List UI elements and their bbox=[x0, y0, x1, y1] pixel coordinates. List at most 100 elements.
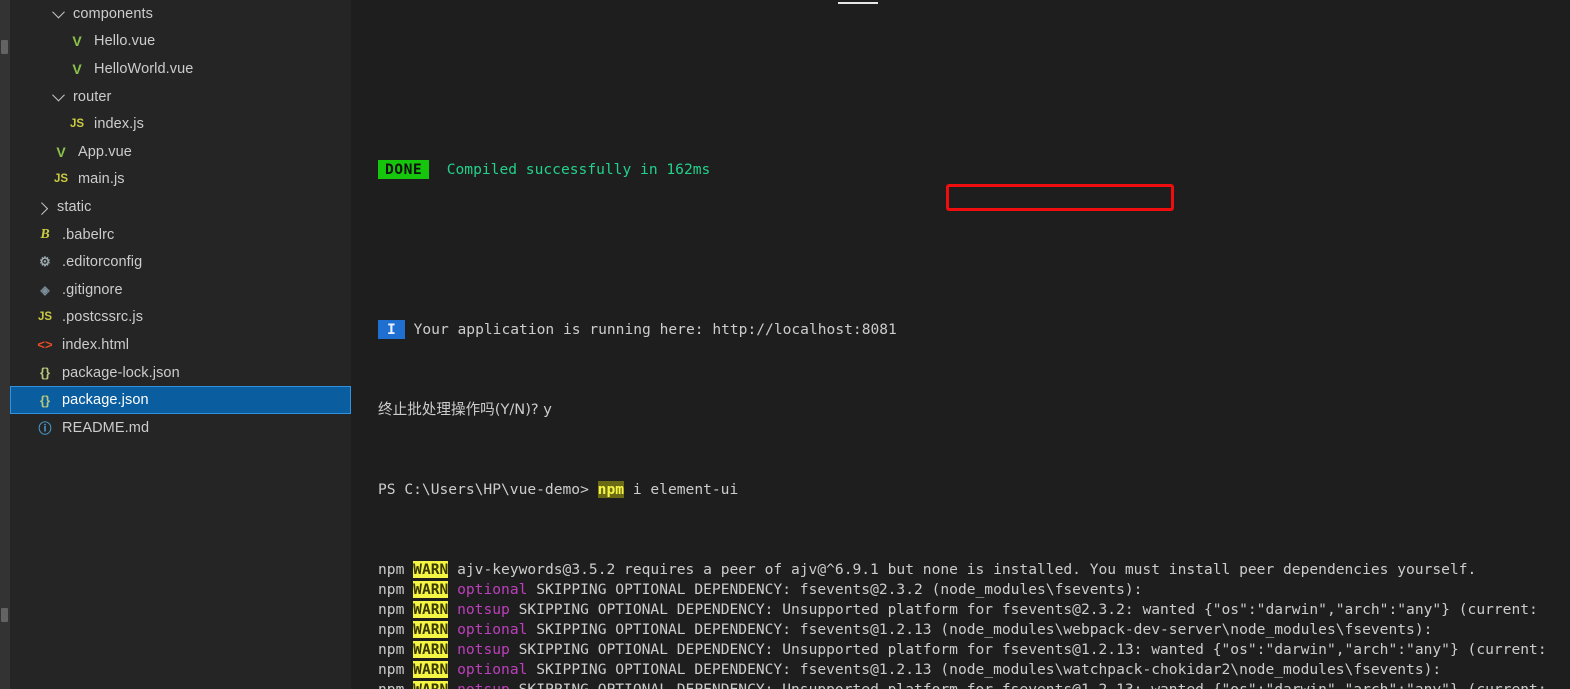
tree-item-label: package-lock.json bbox=[62, 364, 180, 381]
tree-item-package-lock-json[interactable]: {} package-lock.json bbox=[10, 359, 351, 387]
npm-warning-line: npm WARN optional SKIPPING OPTIONAL DEPE… bbox=[378, 580, 1570, 600]
tree-item-label: router bbox=[73, 88, 112, 105]
tree-item-label: .babelrc bbox=[62, 226, 115, 243]
activity-bar-icon-bottom[interactable] bbox=[1, 608, 8, 622]
tree-item-main-js[interactable]: JS main.js bbox=[10, 166, 351, 194]
tree-item-label: README.md bbox=[62, 419, 150, 436]
npm-warning-line: npm WARN notsup SKIPPING OPTIONAL DEPEND… bbox=[378, 680, 1570, 689]
tree-item-label: Hello.vue bbox=[94, 33, 156, 50]
gear-icon: ⚙ bbox=[39, 254, 51, 270]
compiled-message: Compiled successfully in 162ms bbox=[446, 161, 711, 178]
npm-prefix: npm bbox=[378, 621, 414, 638]
npm-warning-line: npm WARN ajv-keywords@3.5.2 requires a p… bbox=[378, 560, 1570, 580]
warn-badge: WARN bbox=[413, 661, 449, 678]
tree-item-label: .postcssrc.js bbox=[62, 309, 144, 326]
tree-item-label: .editorconfig bbox=[62, 254, 143, 271]
tree-item-helloworld-vue[interactable]: V HelloWorld.vue bbox=[10, 55, 351, 83]
activity-bar-icon-top[interactable] bbox=[1, 40, 8, 54]
tree-item-postcssrc-js[interactable]: JS .postcssrc.js bbox=[10, 304, 351, 332]
npm-warning-lines: npm WARN ajv-keywords@3.5.2 requires a p… bbox=[378, 560, 1570, 689]
js-file-icon: JS bbox=[69, 118, 85, 131]
terminal-output[interactable]: DONE Compiled successfully in 162ms I Yo… bbox=[378, 100, 1570, 689]
warn-text: SKIPPING OPTIONAL DEPENDENCY: fsevents@2… bbox=[536, 581, 1143, 598]
vue-file-icon: V bbox=[56, 143, 66, 160]
warn-kind: optional bbox=[457, 621, 528, 638]
warn-text: SKIPPING OPTIONAL DEPENDENCY: Unsupporte… bbox=[518, 601, 1538, 618]
npm-prefix: npm bbox=[378, 641, 414, 658]
git-file-icon: ◈ bbox=[40, 282, 50, 297]
npm-prefix: npm bbox=[378, 581, 414, 598]
warn-badge: WARN bbox=[413, 621, 449, 638]
html-file-icon: <> bbox=[37, 337, 53, 353]
tree-item-label: index.js bbox=[94, 116, 144, 133]
tree-item-readme-md[interactable]: ⓘ README.md bbox=[10, 414, 351, 442]
vue-file-icon: V bbox=[72, 33, 82, 50]
tree-item-label: index.html bbox=[62, 336, 130, 353]
tree-item-label: package.json bbox=[62, 392, 149, 409]
tree-item-components[interactable]: components bbox=[10, 0, 351, 28]
terminal-line-compiled: DONE Compiled successfully in 162ms bbox=[378, 160, 1570, 180]
npm-prefix: npm bbox=[378, 661, 414, 678]
tree-item-label: components bbox=[73, 5, 153, 22]
npm-warning-line: npm WARN notsup SKIPPING OPTIONAL DEPEND… bbox=[378, 640, 1570, 660]
vue-file-icon: V bbox=[72, 60, 82, 77]
chevron-right-icon[interactable] bbox=[34, 202, 51, 216]
activity-bar[interactable] bbox=[0, 0, 10, 689]
js-file-icon: JS bbox=[53, 173, 69, 186]
tree-item-editorconfig[interactable]: ⚙ .editorconfig bbox=[10, 248, 351, 276]
warn-text: SKIPPING OPTIONAL DEPENDENCY: Unsupporte… bbox=[519, 681, 1547, 689]
tree-item-label: .gitignore bbox=[62, 281, 123, 298]
tree-item-package-json[interactable]: {} package.json bbox=[10, 386, 351, 414]
tree-item-gitignore[interactable]: ◈ .gitignore bbox=[10, 276, 351, 304]
terminal-line-blank-1 bbox=[378, 240, 1570, 260]
vscode-window: components V Hello.vue V HelloWorld.vue route… bbox=[0, 0, 1570, 689]
warn-kind: notsup bbox=[457, 601, 510, 618]
info-message: Your application is running here: http:/… bbox=[413, 321, 897, 338]
tree-item-babelrc[interactable]: B .babelrc bbox=[10, 221, 351, 249]
command-args: i element-ui bbox=[624, 481, 739, 498]
terminal-line-info: I Your application is running here: http… bbox=[378, 320, 1570, 340]
active-tab-underline bbox=[838, 2, 878, 4]
tree-item-label: App.vue bbox=[78, 143, 132, 160]
warn-text: SKIPPING OPTIONAL DEPENDENCY: fsevents@1… bbox=[536, 621, 1433, 638]
tree-item-router[interactable]: router bbox=[10, 83, 351, 111]
json-file-icon: {} bbox=[39, 392, 51, 408]
file-explorer: components V Hello.vue V HelloWorld.vue route… bbox=[10, 0, 351, 689]
tree-item-static[interactable]: static bbox=[10, 193, 351, 221]
chevron-down-icon[interactable] bbox=[50, 88, 67, 102]
tree-item-index-html[interactable]: <> index.html bbox=[10, 331, 351, 359]
shell-prompt: PS C:\Users\HP\vue-demo> bbox=[378, 481, 589, 498]
warn-badge: WARN bbox=[413, 641, 449, 658]
npm-warning-line: npm WARN optional SKIPPING OPTIONAL DEPE… bbox=[378, 620, 1570, 640]
warn-badge: WARN bbox=[413, 601, 449, 618]
warn-kind: notsup bbox=[457, 681, 510, 689]
json-file-icon: {} bbox=[39, 365, 51, 381]
npm-warning-line: npm WARN optional SKIPPING OPTIONAL DEPE… bbox=[378, 660, 1570, 680]
babel-file-icon: B bbox=[40, 226, 50, 242]
tree-item-label: HelloWorld.vue bbox=[94, 60, 194, 77]
js-file-icon: JS bbox=[37, 311, 53, 324]
chevron-down-icon[interactable] bbox=[50, 6, 67, 19]
tree-item-index-js[interactable]: JS index.js bbox=[10, 110, 351, 138]
npm-prefix: npm bbox=[378, 601, 414, 618]
command-npm-token: npm bbox=[597, 481, 625, 498]
warn-text: ajv-keywords@3.5.2 requires a peer of aj… bbox=[457, 561, 1477, 578]
tree-item-app-vue[interactable]: V App.vue bbox=[10, 138, 351, 166]
terminal-line-command: PS C:\Users\HP\vue-demo> npm i element-u… bbox=[378, 480, 1570, 500]
warn-kind: optional bbox=[457, 581, 528, 598]
terminal-line-batch-prompt: 终止批处理操作吗(Y/N)? y bbox=[378, 401, 552, 418]
info-badge: I bbox=[378, 320, 405, 339]
npm-warning-line: npm WARN notsup SKIPPING OPTIONAL DEPEND… bbox=[378, 600, 1570, 620]
markdown-info-icon: ⓘ bbox=[38, 421, 52, 437]
warn-badge: WARN bbox=[413, 561, 449, 578]
tree-item-label: main.js bbox=[78, 171, 125, 188]
warn-kind: optional bbox=[457, 661, 528, 678]
tree-item-hello-vue[interactable]: V Hello.vue bbox=[10, 28, 351, 56]
warn-kind: notsup bbox=[457, 641, 510, 658]
warn-text: SKIPPING OPTIONAL DEPENDENCY: fsevents@1… bbox=[536, 661, 1442, 678]
warn-badge: WARN bbox=[413, 681, 449, 689]
done-badge: DONE bbox=[378, 160, 430, 179]
terminal-panel[interactable]: DONE Compiled successfully in 162ms I Yo… bbox=[351, 0, 1570, 689]
file-tree: components V Hello.vue V HelloWorld.vue route… bbox=[10, 0, 351, 442]
tree-item-label: static bbox=[57, 198, 92, 215]
